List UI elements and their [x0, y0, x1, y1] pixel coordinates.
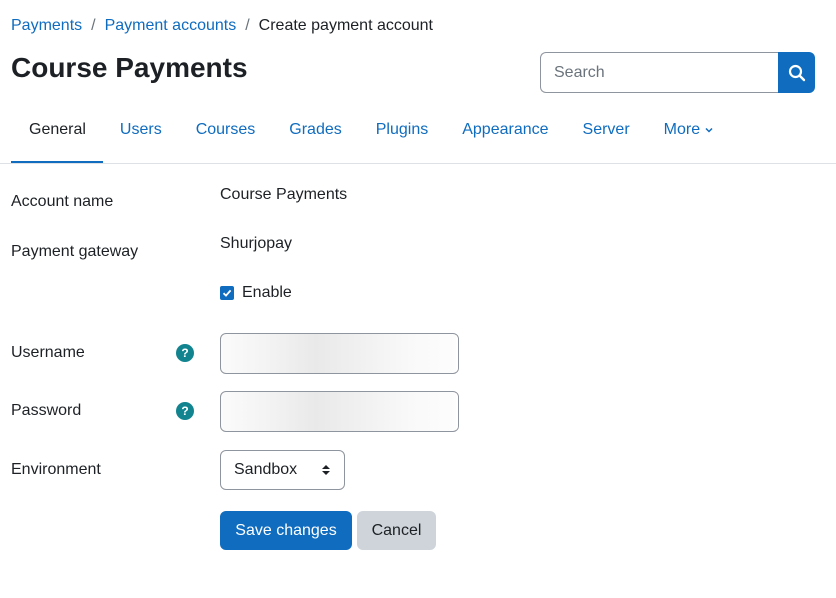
tab-plugins[interactable]: Plugins: [359, 110, 445, 164]
tab-users[interactable]: Users: [103, 110, 179, 164]
help-icon[interactable]: ?: [176, 402, 194, 420]
username-label: Username: [11, 344, 85, 361]
breadcrumb-separator: /: [245, 17, 250, 34]
environment-selected-value: Sandbox: [234, 461, 298, 478]
checkmark-icon: [222, 289, 232, 297]
secondary-navigation: General Users Courses Grades Plugins App…: [11, 110, 731, 164]
environment-select[interactable]: Sandbox: [220, 450, 345, 490]
tab-label: General: [29, 121, 86, 138]
search-input[interactable]: [540, 52, 778, 93]
search-box: [540, 52, 815, 93]
password-field[interactable]: [220, 391, 459, 432]
breadcrumb-payments-link[interactable]: Payments: [11, 16, 82, 36]
page-title: Course Payments: [11, 52, 248, 83]
breadcrumb-separator: /: [91, 17, 96, 34]
tab-label: Grades: [289, 121, 342, 138]
select-arrows-icon: [322, 465, 330, 475]
tab-grades[interactable]: Grades: [272, 110, 358, 164]
environment-label: Environment: [11, 461, 101, 478]
account-name-label: Account name: [11, 193, 114, 210]
enable-checkbox[interactable]: [220, 286, 234, 300]
enable-label[interactable]: Enable: [242, 284, 292, 302]
tab-label: Server: [582, 121, 630, 138]
tab-appearance[interactable]: Appearance: [445, 110, 565, 164]
breadcrumb-payment-accounts-link[interactable]: Payment accounts: [105, 16, 237, 36]
username-field[interactable]: [220, 333, 459, 374]
enable-checkbox-row: Enable: [220, 284, 292, 302]
tab-courses[interactable]: Courses: [179, 110, 273, 164]
tab-label: Plugins: [375, 121, 429, 138]
tab-server[interactable]: Server: [566, 110, 647, 164]
payment-gateway-value: Shurjopay: [220, 235, 293, 252]
chevron-down-icon: [704, 110, 714, 150]
tab-label: Users: [119, 121, 162, 138]
payment-gateway-label: Payment gateway: [11, 243, 139, 260]
breadcrumb-current: Create payment account: [258, 17, 433, 34]
save-changes-button[interactable]: Save changes: [220, 511, 352, 550]
tab-label: More: [663, 121, 701, 138]
search-icon: [788, 64, 805, 81]
search-button[interactable]: [778, 52, 815, 93]
account-name-value: Course Payments: [220, 186, 348, 203]
tab-label: Appearance: [462, 121, 549, 138]
breadcrumb: Payments / Payment accounts / Create pay…: [11, 16, 433, 36]
help-icon[interactable]: ?: [176, 344, 194, 362]
tab-more[interactable]: More: [647, 110, 731, 164]
cancel-button[interactable]: Cancel: [357, 511, 436, 550]
nav-divider: [0, 163, 836, 164]
password-label: Password: [11, 402, 82, 419]
tab-general[interactable]: General: [11, 110, 103, 164]
tab-label: Courses: [195, 121, 256, 138]
